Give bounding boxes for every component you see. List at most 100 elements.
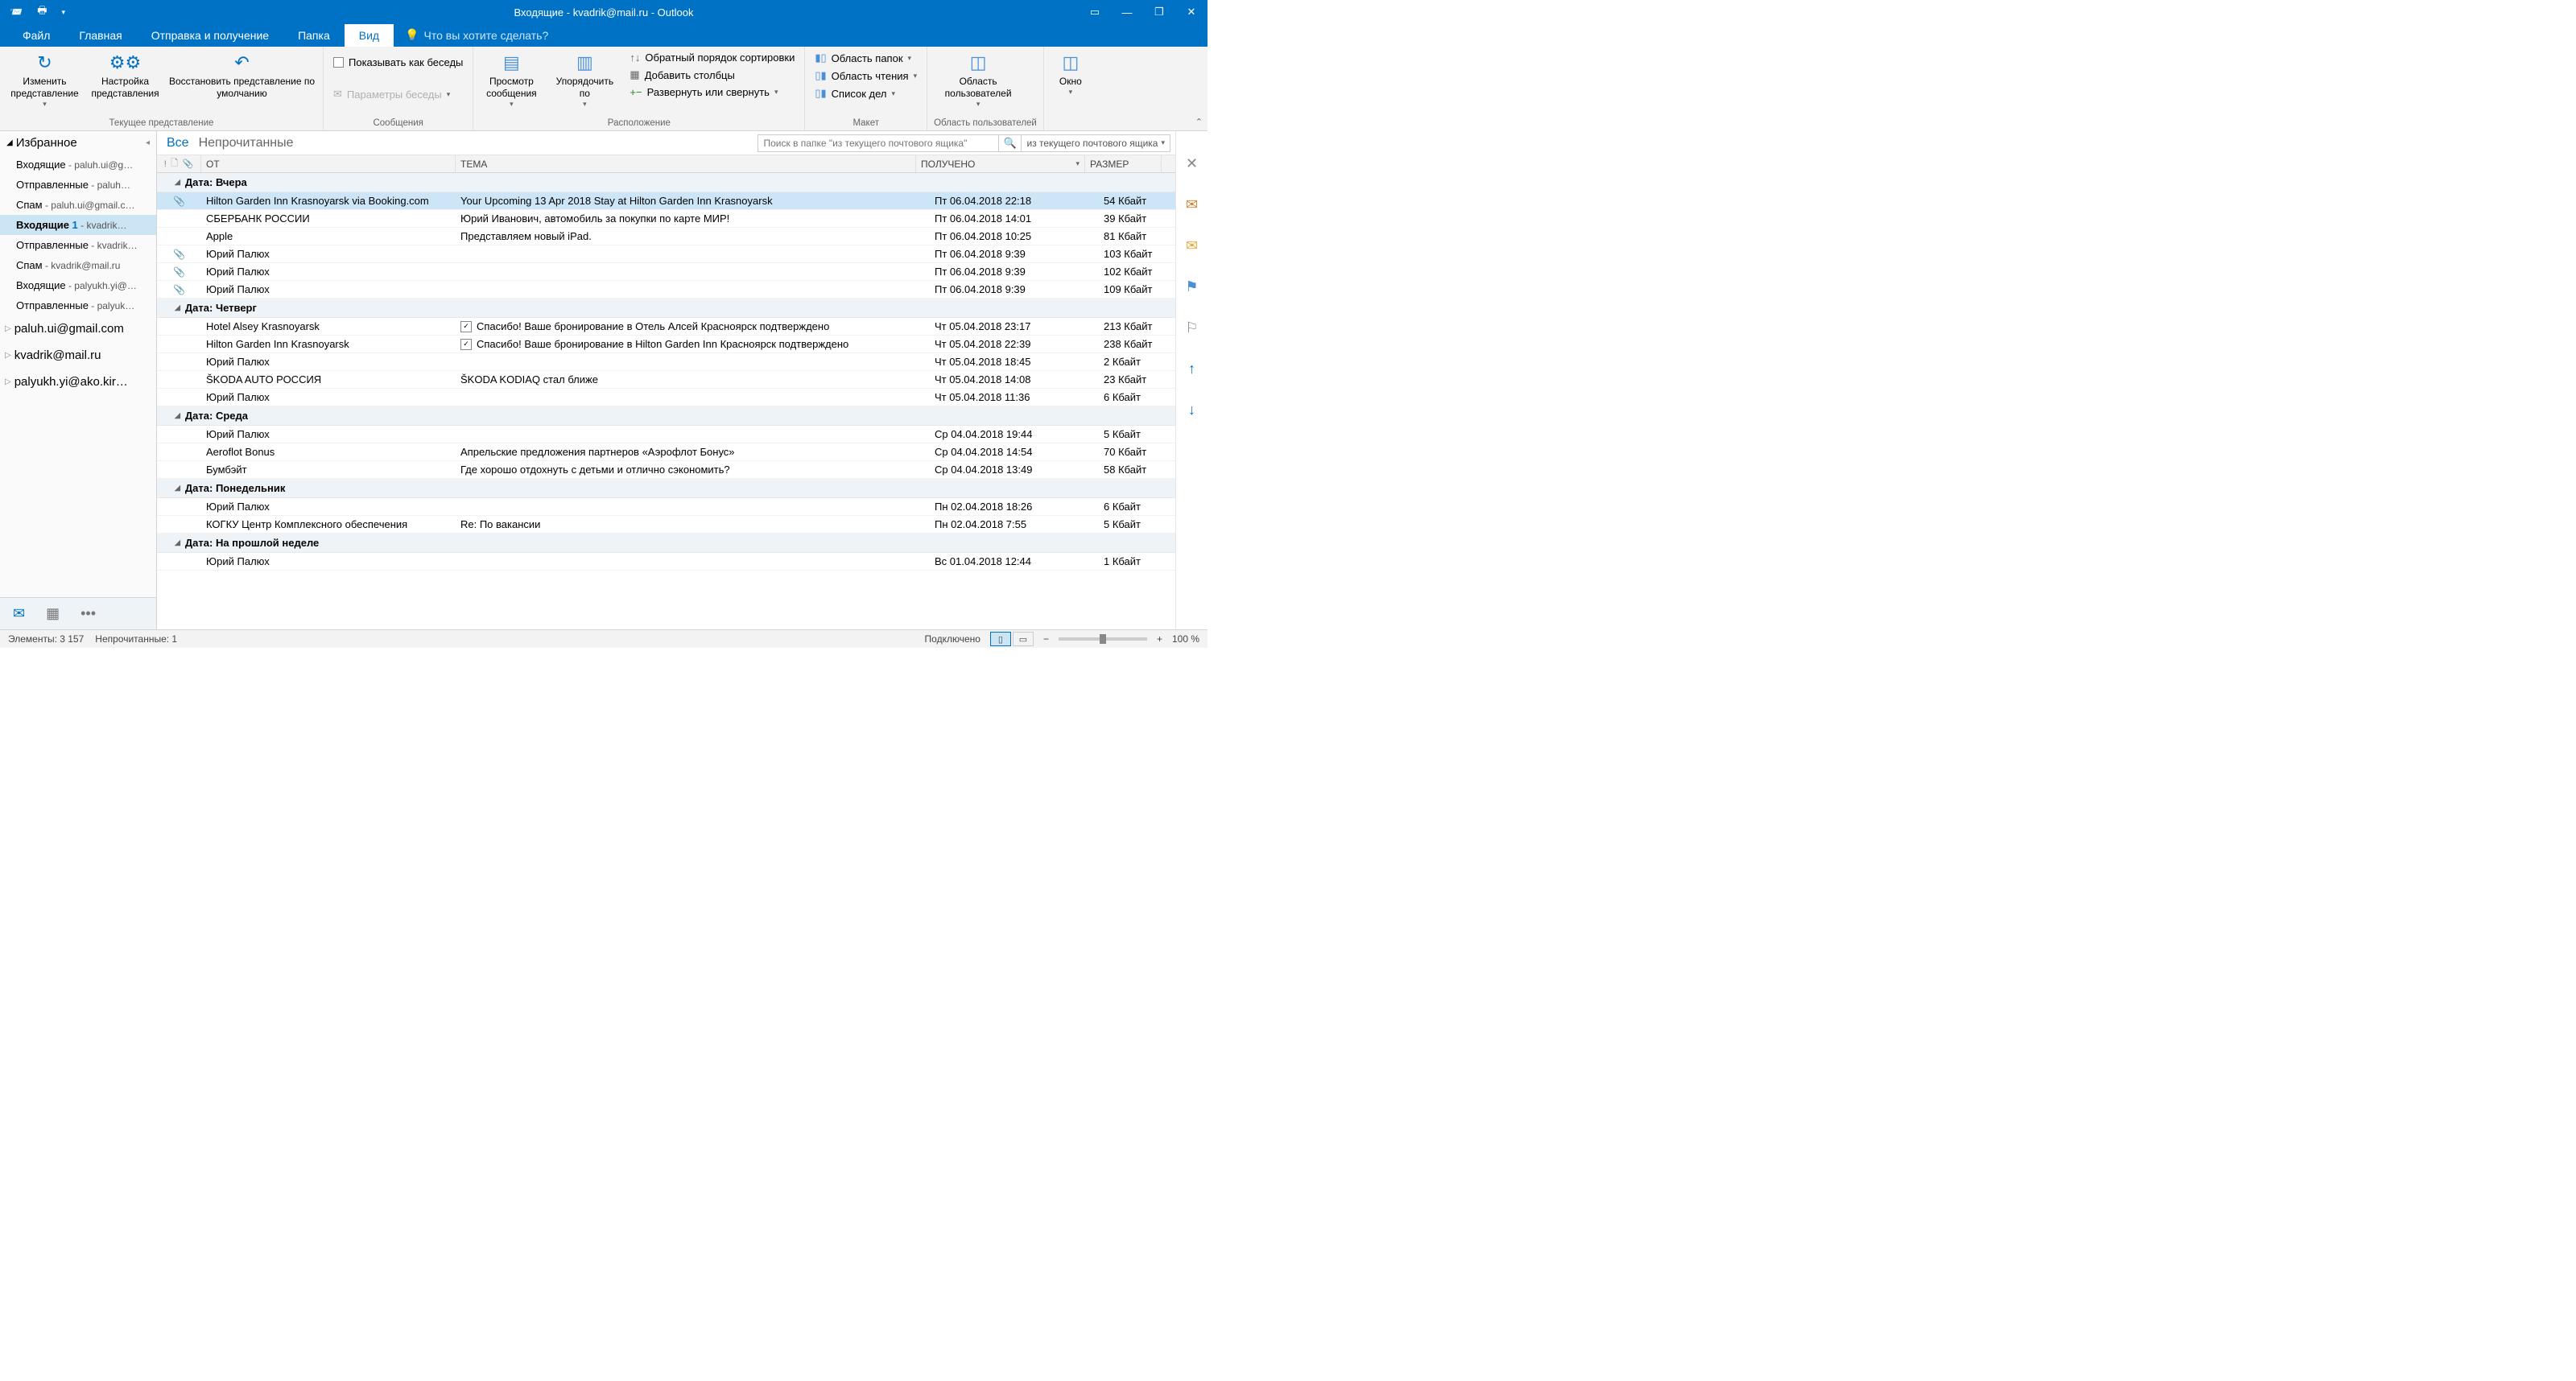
close-icon[interactable]: ✕ <box>1186 155 1198 172</box>
view-reading-button[interactable]: ▭ <box>1013 632 1034 646</box>
flag-icon[interactable]: ⚑ <box>1185 278 1198 295</box>
folder-item[interactable]: Входящие 1 - kvadrik… <box>0 215 156 235</box>
tab-view[interactable]: Вид <box>345 24 394 47</box>
col-from[interactable]: ОТ <box>201 155 456 172</box>
view-settings-button[interactable]: ⚙⚙Настройка представления <box>91 50 159 100</box>
message-row[interactable]: Юрий Палюх Ср 04.04.2018 19:44 5 Кбайт <box>157 426 1175 443</box>
ribbon-display-options-icon[interactable]: ▭ <box>1079 0 1111 24</box>
message-row[interactable]: Юрий Палюх Вс 01.04.2018 12:44 1 Кбайт <box>157 553 1175 571</box>
folder-pane-button[interactable]: ▮▯Область папок ▾ <box>811 50 920 66</box>
action-strip: ✕ ✉ ✉ ⚑ ⚐ ↑ ↓ <box>1175 131 1208 629</box>
message-row[interactable]: КОГКУ Центр Комплексного обеспечения Re:… <box>157 516 1175 534</box>
tab-folder[interactable]: Папка <box>283 24 345 47</box>
folder-item[interactable]: Входящие - paluh.ui@g… <box>0 155 156 175</box>
folder-item[interactable]: Входящие - palyukh.yi@… <box>0 275 156 295</box>
icon-columns[interactable]: !🗋📎 <box>157 155 201 172</box>
preview-icon: ▤ <box>498 52 524 74</box>
nav-more-icon[interactable]: ••• <box>80 605 96 622</box>
arrange-by-button[interactable]: ▥Упорядочить по ▾ <box>551 50 618 109</box>
message-row[interactable]: СБЕРБАНК РОССИИ Юрий Иванович, автомобил… <box>157 210 1175 228</box>
message-row[interactable]: 📎 Юрий Палюх Пт 06.04.2018 9:39 103 Кбай… <box>157 245 1175 263</box>
status-connection: Подключено <box>925 633 980 645</box>
add-columns-button[interactable]: ▦Добавить столбцы <box>626 67 798 83</box>
zoom-in-button[interactable]: + <box>1157 633 1162 645</box>
arrow-up-icon[interactable]: ↑ <box>1188 361 1195 377</box>
tell-me-search[interactable]: 💡 Что вы хотите сделать? <box>394 23 559 47</box>
message-row[interactable]: Юрий Палюх Чт 05.04.2018 18:45 2 Кбайт <box>157 353 1175 371</box>
maximize-button[interactable]: ❐ <box>1143 0 1175 24</box>
col-size[interactable]: РАЗМЕР <box>1085 155 1162 172</box>
col-received[interactable]: ПОЛУЧЕНО▾ <box>916 155 1085 172</box>
envelope-icon[interactable]: ✉ <box>1186 237 1198 254</box>
expand-collapse-button[interactable]: +−Развернуть или свернуть ▾ <box>626 85 798 100</box>
reset-view-button[interactable]: ↶Восстановить представление по умолчанию <box>167 50 316 100</box>
qat-send-receive-icon[interactable]: 📨 <box>10 6 23 19</box>
message-row[interactable]: 📎 Юрий Палюх Пт 06.04.2018 9:39 109 Кбай… <box>157 281 1175 299</box>
mail-nav-icon[interactable]: ✉ <box>13 605 25 622</box>
zoom-out-button[interactable]: − <box>1043 633 1049 645</box>
group-header[interactable]: ◢Дата: Четверг <box>157 299 1175 318</box>
message-row[interactable]: Бумбэйт Где хорошо отдохнуть с детьми и … <box>157 461 1175 479</box>
window-button[interactable]: ◫Окно▾ <box>1051 50 1091 97</box>
column-headers: !🗋📎 ОТ ТЕМА ПОЛУЧЕНО▾ РАЗМЕР <box>157 155 1175 173</box>
search-button[interactable]: 🔍 <box>999 134 1022 152</box>
folder-item[interactable]: Спам - paluh.ui@gmail.c… <box>0 195 156 215</box>
group-header[interactable]: ◢Дата: Среда <box>157 406 1175 426</box>
conversation-settings-button: ✉Параметры беседы ▾ <box>330 86 466 102</box>
people-pane-button[interactable]: ◫Область пользователей ▾ <box>934 50 1022 109</box>
search-scope-dropdown[interactable]: из текущего почтового ящика▾ <box>1022 134 1170 152</box>
reverse-sort-button[interactable]: ↑↓Обратный порядок сортировки <box>626 50 798 65</box>
account-header[interactable]: ▷kvadrik@mail.ru <box>0 342 156 369</box>
account-header[interactable]: ▷palyukh.yi@ako.kir… <box>0 369 156 395</box>
arrow-down-icon[interactable]: ↓ <box>1188 402 1195 418</box>
search-input[interactable] <box>758 134 999 152</box>
columns-icon: ▦ <box>630 68 639 81</box>
folder-item[interactable]: Отправленные - palyuk… <box>0 295 156 315</box>
undo-icon: ↶ <box>229 52 255 74</box>
todo-icon: ▯▮ <box>815 87 826 100</box>
message-row[interactable]: Юрий Палюх Пн 02.04.2018 18:26 6 Кбайт <box>157 498 1175 516</box>
tab-send-receive[interactable]: Отправка и получение <box>137 24 283 47</box>
folder-item[interactable]: Спам - kvadrik@mail.ru <box>0 255 156 275</box>
todo-bar-button[interactable]: ▯▮Список дел ▾ <box>811 85 920 101</box>
qat-print-icon[interactable]: 🖶 <box>37 3 47 21</box>
message-row[interactable]: Apple Представляем новый iPad. Пт 06.04.… <box>157 228 1175 245</box>
account-header[interactable]: ▷paluh.ui@gmail.com <box>0 315 156 342</box>
message-preview-button[interactable]: ▤Просмотр сообщения ▾ <box>480 50 543 109</box>
bulb-icon: 💡 <box>405 28 419 42</box>
message-row[interactable]: Hotel Alsey Krasnoyarsk ✓Спасибо! Ваше б… <box>157 318 1175 336</box>
qat-dropdown-icon[interactable]: ▾ <box>61 8 65 17</box>
collapse-ribbon-button[interactable]: ⌃ <box>1195 117 1203 127</box>
filter-unread[interactable]: Непрочитанные <box>194 136 299 150</box>
zoom-slider[interactable] <box>1059 637 1147 641</box>
favorites-header[interactable]: ◢Избранное◂ <box>0 131 156 155</box>
tab-home[interactable]: Главная <box>64 24 136 47</box>
view-normal-button[interactable]: ▯ <box>990 632 1011 646</box>
message-row[interactable]: ŠKODA AUTO РОССИЯ ŠKODA KODIAQ стал ближ… <box>157 371 1175 389</box>
message-row[interactable]: 📎 Юрий Палюх Пт 06.04.2018 9:39 102 Кбай… <box>157 263 1175 281</box>
show-as-conversations-checkbox[interactable]: Показывать как беседы <box>330 55 466 70</box>
flag-outline-icon[interactable]: ⚐ <box>1185 319 1198 336</box>
reading-pane-button[interactable]: ▯▮Область чтения ▾ <box>811 68 920 84</box>
message-row[interactable]: Aeroflot Bonus Апрельские предложения па… <box>157 443 1175 461</box>
message-row[interactable]: Юрий Палюх Чт 05.04.2018 11:36 6 Кбайт <box>157 389 1175 406</box>
message-row[interactable]: 📎 Hilton Garden Inn Krasnoyarsk via Book… <box>157 192 1175 210</box>
filter-all[interactable]: Все <box>162 136 194 150</box>
calendar-nav-icon[interactable]: ▦ <box>46 605 60 622</box>
message-row[interactable]: Hilton Garden Inn Krasnoyarsk ✓Спасибо! … <box>157 336 1175 353</box>
minimize-button[interactable]: — <box>1111 0 1143 24</box>
group-header[interactable]: ◢Дата: На прошлой неделе <box>157 534 1175 553</box>
folder-item[interactable]: Отправленные - kvadrik… <box>0 235 156 255</box>
close-button[interactable]: ✕ <box>1175 0 1208 24</box>
calendar-badge-icon: ✓ <box>460 321 472 332</box>
zoom-level: 100 % <box>1172 633 1199 645</box>
group-header[interactable]: ◢Дата: Вчера <box>157 173 1175 192</box>
folder-item[interactable]: Отправленные - paluh… <box>0 175 156 195</box>
envelope-open-icon[interactable]: ✉ <box>1186 196 1198 213</box>
col-subject[interactable]: ТЕМА <box>456 155 916 172</box>
tab-file[interactable]: Файл <box>8 24 64 47</box>
status-item-count: Элементы: 3 157 <box>8 633 84 645</box>
group-header[interactable]: ◢Дата: Понедельник <box>157 479 1175 498</box>
message-list[interactable]: ◢Дата: Вчера 📎 Hilton Garden Inn Krasnoy… <box>157 173 1175 629</box>
change-view-button[interactable]: ↻Изменить представление ▾ <box>6 50 83 109</box>
